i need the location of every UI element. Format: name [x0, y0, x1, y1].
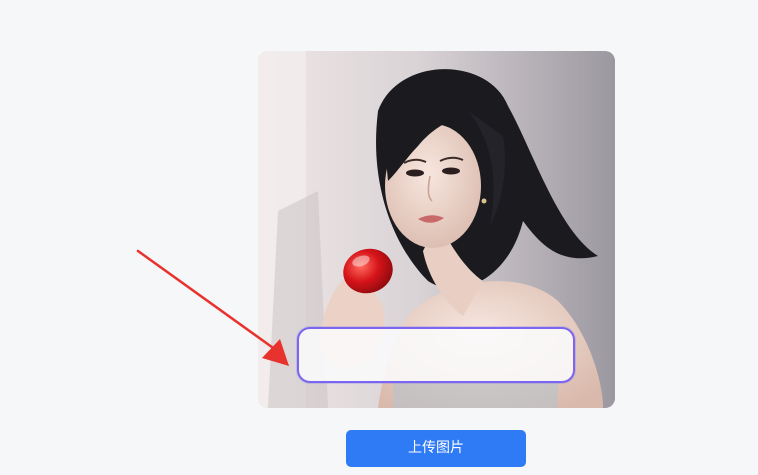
- upload-image-button[interactable]: 上传图片: [346, 430, 526, 467]
- text-input-overlay[interactable]: [297, 327, 575, 383]
- upload-panel: 上传图片: [0, 0, 758, 475]
